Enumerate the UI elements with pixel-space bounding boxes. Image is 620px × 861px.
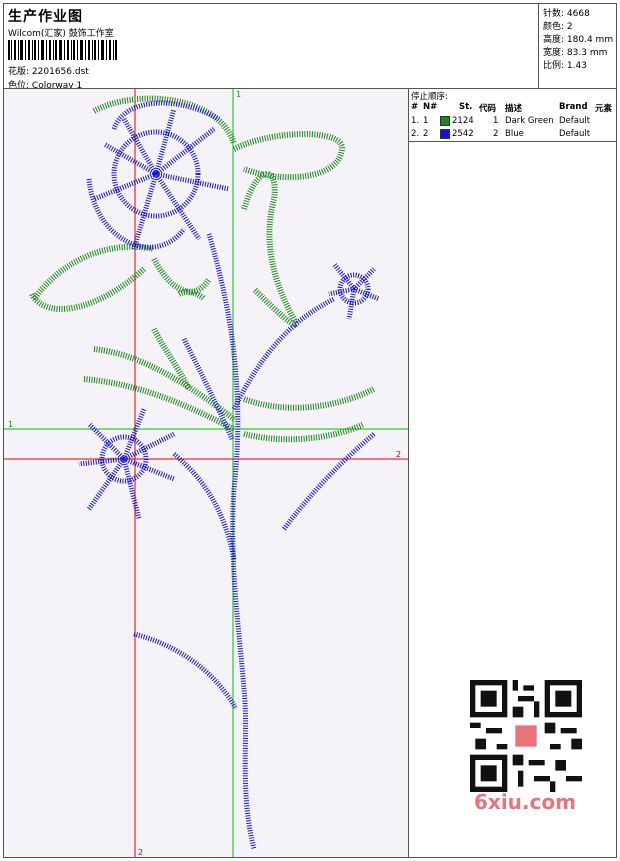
embroidery-drawing: 1 1 2 2 — [4, 89, 408, 857]
barcode — [8, 40, 117, 60]
row2-st: 2542 — [452, 129, 474, 139]
col-header-desc: 描述 — [505, 104, 523, 114]
green-thread-stitches — [29, 95, 376, 443]
row2-code: 2 — [493, 129, 499, 139]
stats-panel: 针数: 4668 颜色: 2 高度: 180.4 mm 宽度: 83.3 mm … — [538, 4, 617, 88]
col-header-brand: Brand — [559, 102, 588, 112]
row1-st: 2124 — [452, 116, 474, 126]
axis-label-green-left: 1 — [8, 420, 13, 429]
row2-color-swatch — [440, 129, 450, 139]
row2-index: 2. — [411, 129, 420, 139]
row2-brand: Default — [559, 129, 591, 139]
stat-height: 高度: 180.4 mm — [543, 35, 614, 45]
axis-label-red-bottom: 2 — [138, 848, 143, 857]
watermark: 6xiu.com — [474, 790, 576, 814]
stat-stitches: 针数: 4668 — [543, 9, 590, 19]
page-title: 生产作业图 — [8, 9, 83, 25]
row1-brand: Default — [559, 116, 591, 126]
design-file: 2201656.dst — [31, 67, 89, 77]
col-header-st: St. — [459, 102, 473, 112]
col-header-element: 元素 — [595, 104, 613, 114]
design-file-line: 花版: 2201656.dst — [8, 64, 89, 77]
row2-n: 2 — [423, 129, 429, 139]
blue-thread-stitches — [78, 100, 380, 850]
design-label: 花版: — [8, 67, 30, 77]
stat-width: 宽度: 83.3 mm — [543, 48, 608, 58]
stat-colors: 颜色: 2 — [543, 22, 573, 32]
row1-index: 1. — [411, 116, 420, 126]
row1-desc: Dark Green — [505, 116, 554, 126]
table-caption: 停止顺序: — [411, 92, 448, 102]
row1-n: 1 — [423, 116, 429, 126]
row2-desc: Blue — [505, 129, 524, 139]
row1-code: 1 — [493, 116, 499, 126]
axis-label-red-right: 2 — [396, 450, 401, 459]
qr-code — [470, 680, 582, 792]
stop-sequence-table: 停止顺序: # N# St. 代码 描述 Brand 元素 1. 1 2124 … — [409, 89, 617, 142]
col-header-n: N# — [423, 102, 438, 112]
col-header-index: # — [411, 102, 419, 112]
stat-scale: 比例: 1.43 — [543, 61, 587, 71]
company-name: Wilcom(汇家) 鼓饰工作室 — [8, 29, 114, 39]
design-canvas: 1 1 2 2 — [4, 89, 409, 857]
axis-label-green-top: 1 — [236, 90, 241, 99]
col-header-code: 代码 — [479, 104, 497, 114]
row1-color-swatch — [440, 116, 450, 126]
header: 生产作业图 Wilcom(汇家) 鼓饰工作室 花版: 2201656.dst 色… — [4, 4, 538, 91]
